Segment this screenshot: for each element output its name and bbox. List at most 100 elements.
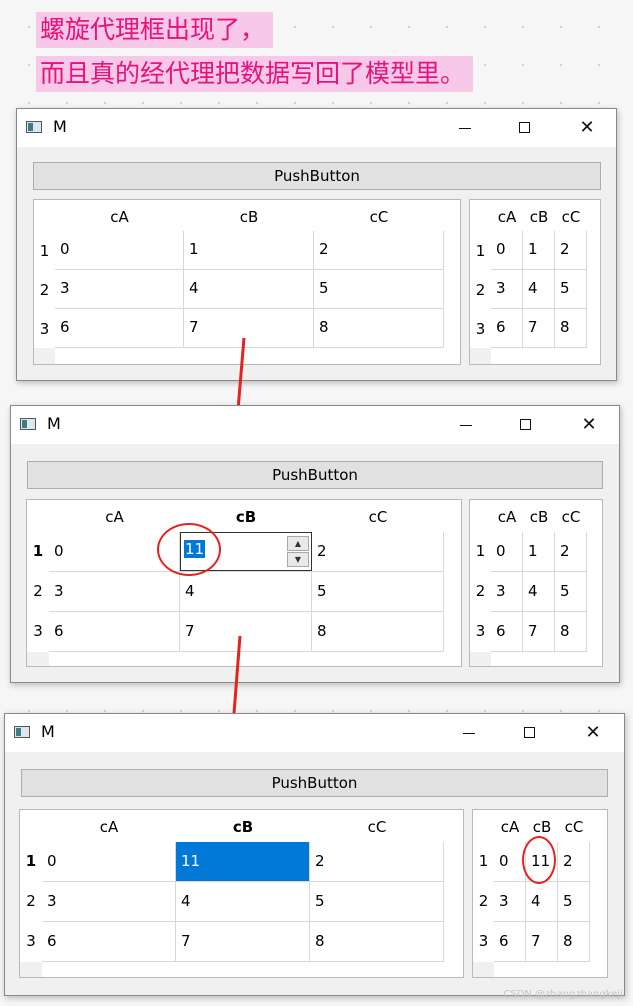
row-header-1[interactable]: 1 (470, 242, 491, 260)
table-cell[interactable]: 4 (180, 572, 312, 612)
minimize-icon[interactable] (443, 406, 489, 444)
row-header-3[interactable]: 3 (470, 320, 491, 338)
table-cell[interactable]: 8 (314, 309, 444, 348)
table-cell[interactable]: 8 (310, 922, 444, 962)
column-header-ca[interactable]: cA (55, 208, 184, 226)
table-cell[interactable]: 8 (312, 612, 444, 652)
table-cell[interactable]: 5 (558, 882, 590, 922)
table-cell[interactable]: 8 (555, 309, 587, 348)
push-button[interactable]: PushButton (21, 769, 608, 797)
minimize-icon[interactable] (442, 109, 488, 147)
column-header-cc[interactable]: cC (558, 818, 590, 836)
row-header-2[interactable]: 2 (473, 892, 494, 910)
maximize-icon[interactable] (507, 714, 553, 752)
table-cell[interactable]: 0 (491, 532, 523, 572)
table-cell[interactable]: 0 (42, 842, 176, 882)
table-cell[interactable]: 8 (558, 922, 590, 962)
table-cell[interactable]: 6 (49, 612, 180, 652)
row-header-1[interactable]: 1 (34, 242, 55, 260)
column-header-cc[interactable]: cC (555, 208, 587, 226)
minimize-icon[interactable] (446, 714, 492, 752)
row-header-2[interactable]: 2 (27, 582, 49, 600)
selected-cell[interactable]: 11 (176, 842, 310, 882)
column-header-ca[interactable]: cA (49, 508, 180, 526)
row-header-1[interactable]: 1 (470, 542, 491, 560)
row-header-3[interactable]: 3 (34, 320, 55, 338)
row-header-1[interactable]: 1 (27, 542, 49, 560)
table-cell[interactable]: 0 (55, 231, 184, 270)
column-header-ca[interactable]: cA (491, 508, 523, 526)
table-cell[interactable]: 2 (558, 842, 590, 882)
close-icon[interactable]: ✕ (564, 109, 610, 147)
row-header-2[interactable]: 2 (470, 281, 491, 299)
table-cell[interactable]: 5 (312, 572, 444, 612)
table-cell[interactable]: 1 (523, 532, 555, 572)
table-cell[interactable]: 6 (491, 612, 523, 652)
table-cell[interactable]: 1 (523, 231, 555, 270)
table-cell[interactable]: 8 (555, 612, 587, 652)
maximize-icon[interactable] (503, 406, 549, 444)
table-cell[interactable]: 3 (491, 572, 523, 612)
table-cell[interactable]: 0 (491, 231, 523, 270)
row-header-2[interactable]: 2 (20, 892, 42, 910)
table-cell[interactable]: 3 (55, 270, 184, 309)
title-bar[interactable]: M ✕ (11, 406, 619, 444)
table-cell[interactable]: 1 (184, 231, 314, 270)
table-cell[interactable]: 6 (494, 922, 526, 962)
spin-down-icon[interactable]: ▼ (287, 552, 309, 567)
row-header-2[interactable]: 2 (34, 281, 55, 299)
column-header-ca[interactable]: cA (494, 818, 526, 836)
right-table-view[interactable]: cA cB cC 1 2 3 0 11 2 3 4 5 6 7 8 (472, 809, 608, 978)
table-cell[interactable]: 2 (555, 231, 587, 270)
table-cell[interactable]: 4 (523, 572, 555, 612)
column-header-cc[interactable]: cC (555, 508, 587, 526)
column-header-ca[interactable]: cA (491, 208, 523, 226)
table-cell[interactable]: 2 (310, 842, 444, 882)
row-header-3[interactable]: 3 (470, 622, 491, 640)
table-cell[interactable]: 5 (310, 882, 444, 922)
table-cell[interactable]: 7 (523, 612, 555, 652)
table-cell[interactable]: 2 (312, 532, 444, 572)
table-cell[interactable]: 7 (526, 922, 558, 962)
table-cell[interactable]: 5 (314, 270, 444, 309)
maximize-icon[interactable] (502, 109, 548, 147)
close-icon[interactable]: ✕ (570, 714, 616, 752)
title-bar[interactable]: M ✕ (5, 714, 624, 752)
table-cell[interactable]: 5 (555, 572, 587, 612)
table-cell[interactable]: 3 (494, 882, 526, 922)
table-cell[interactable]: 3 (42, 882, 176, 922)
table-cell[interactable]: 2 (555, 532, 587, 572)
column-header-cb[interactable]: cB (180, 508, 312, 526)
table-cell[interactable]: 4 (176, 882, 310, 922)
title-bar[interactable]: M ✕ (17, 109, 616, 147)
table-cell[interactable]: 4 (184, 270, 314, 309)
table-cell[interactable]: 6 (42, 922, 176, 962)
table-cell[interactable]: 6 (491, 309, 523, 348)
push-button[interactable]: PushButton (33, 162, 601, 190)
row-header-3[interactable]: 3 (473, 932, 494, 950)
push-button[interactable]: PushButton (27, 461, 603, 489)
table-cell[interactable]: 6 (55, 309, 184, 348)
close-icon[interactable]: ✕ (566, 406, 612, 444)
row-header-1[interactable]: 1 (473, 852, 494, 870)
column-header-cc[interactable]: cC (312, 508, 444, 526)
column-header-cb[interactable]: cB (184, 208, 314, 226)
table-cell[interactable]: 7 (523, 309, 555, 348)
right-table-view[interactable]: cA cB cC 1 2 3 0 1 2 3 4 5 6 7 8 (469, 199, 601, 365)
left-table-view[interactable]: cA cB cC 1 2 3 0 11 2 3 4 5 6 7 8 (19, 809, 464, 978)
table-cell[interactable]: 3 (49, 572, 180, 612)
column-header-cb[interactable]: cB (526, 818, 558, 836)
table-cell[interactable]: 2 (314, 231, 444, 270)
row-header-1[interactable]: 1 (20, 852, 42, 870)
table-cell[interactable]: 4 (526, 882, 558, 922)
row-header-3[interactable]: 3 (27, 622, 49, 640)
column-header-cb[interactable]: cB (176, 818, 310, 836)
column-header-cc[interactable]: cC (314, 208, 444, 226)
right-table-view[interactable]: cA cB cC 1 2 3 0 1 2 3 4 5 6 7 8 (469, 499, 603, 667)
row-header-3[interactable]: 3 (20, 932, 42, 950)
table-cell[interactable]: 3 (491, 270, 523, 309)
spin-up-icon[interactable]: ▲ (287, 536, 309, 551)
table-cell[interactable]: 4 (523, 270, 555, 309)
table-cell[interactable]: 5 (555, 270, 587, 309)
column-header-ca[interactable]: cA (42, 818, 176, 836)
